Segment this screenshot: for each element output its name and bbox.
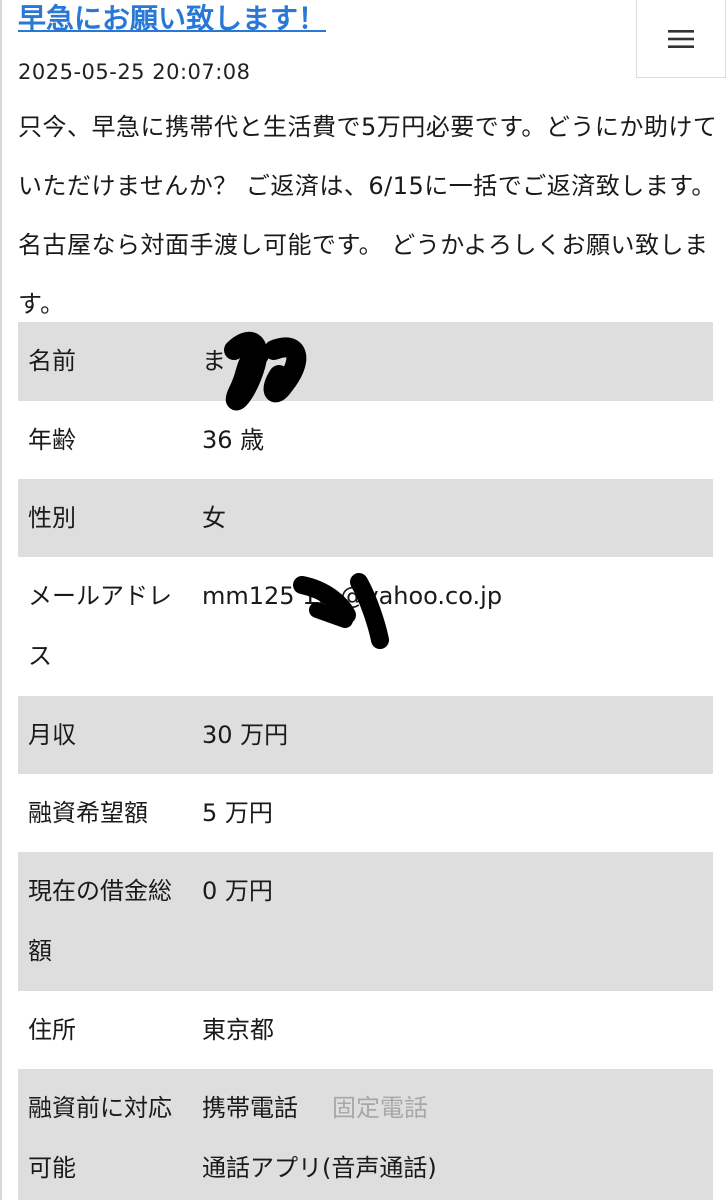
post-header: 早急にお願い致します！ 2025-05-25 20:07:08 [2,0,728,90]
gender-label: 性別 [28,504,76,532]
income-value: 30 万円 [202,721,289,749]
profile-row-loan: 融資希望額 5 万円 [18,774,713,852]
loan-label: 融資希望額 [28,799,148,827]
email-value: mm125 18 @yahoo.co.jp [202,582,503,610]
income-label: 月収 [28,721,76,749]
loan-value: 5 万円 [202,799,273,827]
contact-landline: 固定電話 [332,1094,428,1122]
contact-app: 通話アプリ(音声通話) [202,1154,437,1182]
profile-row-age: 年齢 36 歳 [18,401,713,479]
profile-row-contact: 融資前に対応可能 携帯電話 固定電話 通話アプリ(音声通話) [18,1069,713,1200]
name-value: ま [202,347,226,375]
address-label: 住所 [28,1016,76,1044]
email-label: メールアドレス [28,582,172,670]
profile-row-income: 月収 30 万円 [18,696,713,774]
debt-value: 0 万円 [202,877,273,905]
hamburger-menu-icon [668,29,694,48]
menu-button[interactable] [636,0,726,78]
address-value: 東京都 [202,1016,274,1044]
post-title-link[interactable]: 早急にお願い致します！ [18,0,326,38]
gender-value: 女 [202,504,226,532]
profile-row-email: メールアドレス mm125 18 @yahoo.co.jp [18,557,713,696]
profile-row-name: 名前 ま [18,322,713,401]
age-value: 36 歳 [202,426,265,454]
contact-mobile: 携帯電話 [202,1094,298,1122]
name-label: 名前 [28,347,76,375]
profile-row-debt: 現在の借金総額 0 万円 [18,852,713,991]
profile-row-address: 住所 東京都 [18,991,713,1069]
age-label: 年齢 [28,426,76,454]
post-date: 2025-05-25 20:07:08 [18,60,251,84]
profile-row-gender: 性別 女 [18,479,713,557]
post-message: 只今、早急に携帯代と生活費で5万円必要です。どうにか助けていただけませんか？ ご… [18,113,718,318]
contact-options: 携帯電話 固定電話 通話アプリ(音声通話) [190,1078,713,1200]
debt-label: 現在の借金総額 [28,877,172,965]
contact-label: 融資前に対応可能 [28,1094,172,1182]
profile-table: 名前 ま 年齢 36 歳 性別 女 メールアドレス mm125 18 @yaho… [18,322,713,1200]
